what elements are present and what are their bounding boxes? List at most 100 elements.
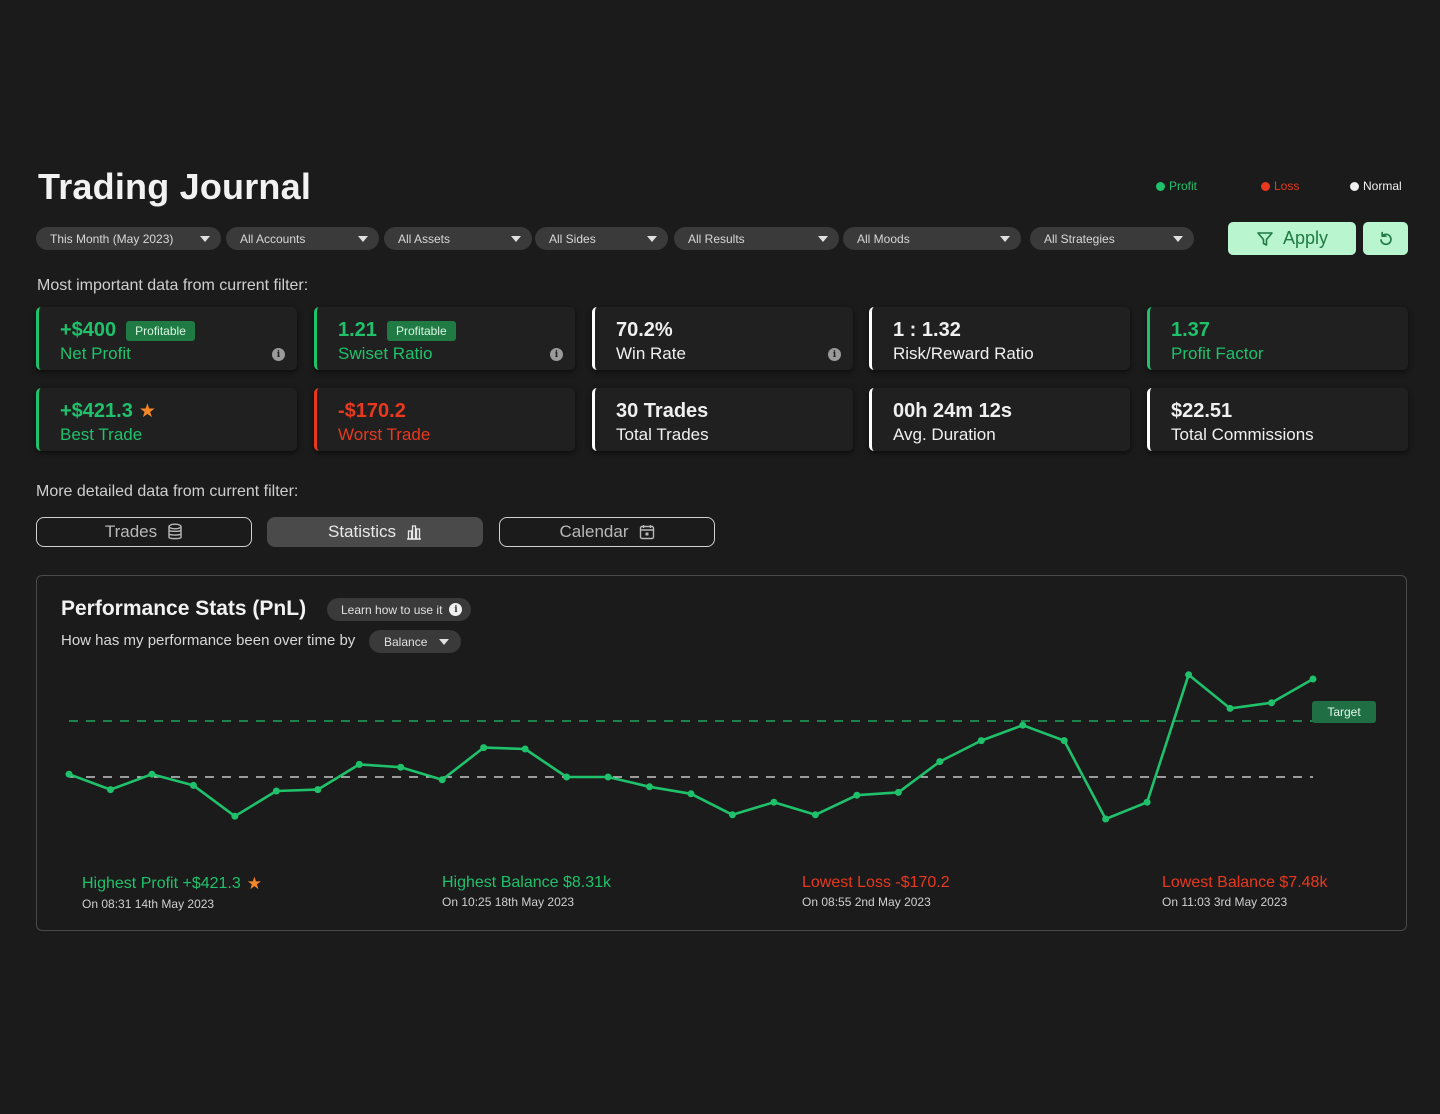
filter-results[interactable]: All Results <box>674 227 839 250</box>
balance-data-point <box>977 737 985 745</box>
card-avg-duration: 00h 24m 12s Avg. Duration <box>869 388 1130 451</box>
balance-data-point <box>1226 704 1234 712</box>
avg-duration-value: 00h 24m 12s <box>893 400 1012 422</box>
balance-data-point <box>438 776 446 784</box>
best-trade-value: +$421.3 <box>60 400 133 422</box>
risk-reward-label: Risk/Reward Ratio <box>893 344 1034 363</box>
stat-highest-balance: Highest Balance $8.31k On 10:25 18th May… <box>442 874 611 909</box>
total-trades-label: Total Trades <box>616 425 709 444</box>
stat-lowest-balance-title: Lowest Balance $7.48k <box>1162 874 1328 891</box>
balance-data-point <box>770 798 778 806</box>
balance-data-point <box>1143 798 1151 806</box>
stat-lowest-loss: Lowest Loss -$170.2 On 08:55 2nd May 202… <box>802 874 950 909</box>
balance-data-point <box>1309 675 1317 683</box>
filter-strategies[interactable]: All Strategies <box>1030 227 1194 250</box>
chevron-down-icon <box>818 235 828 242</box>
info-icon[interactable]: i <box>828 348 841 361</box>
card-total-trades: 30 Trades Total Trades <box>592 388 853 451</box>
tab-calendar[interactable]: Calendar <box>499 517 715 547</box>
chevron-down-icon <box>511 235 521 242</box>
tab-trades[interactable]: Trades <box>36 517 252 547</box>
reset-icon <box>1379 231 1392 245</box>
legend-normal-label: Normal <box>1363 179 1402 193</box>
filter-period-label: This Month (May 2023) <box>50 231 174 246</box>
profit-factor-value: 1.37 <box>1171 319 1210 341</box>
summary-heading: Most important data from current filter: <box>37 277 309 294</box>
balance-data-point <box>148 770 156 778</box>
bar-chart-icon <box>407 525 422 540</box>
balance-data-point <box>231 812 239 820</box>
balance-data-point <box>106 786 114 794</box>
legend-profit: Profit <box>1156 179 1197 193</box>
balance-data-point <box>1060 737 1068 745</box>
balance-data-point <box>936 758 944 766</box>
normal-dot-icon <box>1350 181 1359 191</box>
chevron-down-icon <box>200 235 210 242</box>
net-profit-label: Net Profit <box>60 344 131 363</box>
balance-data-point <box>687 790 695 798</box>
balance-data-point <box>811 811 819 819</box>
page-title: Trading Journal <box>38 166 312 207</box>
balance-data-point <box>1019 721 1027 729</box>
balance-data-point <box>563 773 571 781</box>
legend-normal: Normal <box>1350 179 1402 193</box>
total-commissions-label: Total Commissions <box>1171 425 1314 444</box>
stat-highest-profit-date: On 08:31 14th May 2023 <box>82 897 215 911</box>
apply-button-label: Apply <box>1282 228 1329 248</box>
tab-trades-label: Trades <box>104 522 158 541</box>
card-worst-trade: -$170.2 Worst Trade <box>314 388 575 451</box>
stat-lowest-balance: Lowest Balance $7.48k On 11:03 3rd May 2… <box>1162 874 1327 909</box>
stat-lowest-loss-date: On 08:55 2nd May 2023 <box>802 895 931 909</box>
balance-data-point <box>397 763 405 771</box>
filter-assets[interactable]: All Assets <box>384 227 532 250</box>
balance-data-point <box>853 791 861 799</box>
card-swiset-ratio: 1.21 Profitable Swiset Ratio i <box>314 307 575 370</box>
worst-trade-value: -$170.2 <box>338 400 406 422</box>
balance-data-point <box>355 760 363 768</box>
loss-dot-icon <box>1261 181 1270 191</box>
profit-dot-icon <box>1156 181 1165 191</box>
stat-lowest-balance-date: On 11:03 3rd May 2023 <box>1162 895 1288 909</box>
tab-statistics-label: Statistics <box>327 522 397 541</box>
best-trade-label: Best Trade <box>60 425 143 444</box>
balance-data-point <box>521 745 529 753</box>
calendar-icon <box>639 525 654 540</box>
filter-sides[interactable]: All Sides <box>535 227 668 250</box>
balance-series-line <box>67 673 1315 821</box>
card-risk-reward: 1 : 1.32 Risk/Reward Ratio <box>869 307 1130 370</box>
filter-moods-label: All Moods <box>857 231 910 246</box>
legend-profit-label: Profit <box>1169 179 1198 193</box>
swiset-ratio-label: Swiset Ratio <box>338 344 433 363</box>
profit-factor-label: Profit Factor <box>1171 344 1264 363</box>
balance-data-point <box>272 787 280 795</box>
chevron-down-icon <box>1000 235 1010 242</box>
profitable-badge: Profitable <box>386 320 456 341</box>
balance-data-point <box>65 770 73 778</box>
balance-data-point <box>894 788 902 796</box>
balance-data-point <box>480 744 488 752</box>
info-icon[interactable]: i <box>272 348 285 361</box>
balance-data-point <box>314 786 322 794</box>
total-trades-value: 30 Trades <box>616 400 709 422</box>
chevron-down-icon <box>1173 235 1183 242</box>
reset-button[interactable] <box>1363 222 1408 255</box>
balance-data-point <box>646 783 654 791</box>
filter-accounts[interactable]: All Accounts <box>226 227 379 250</box>
star-icon: ★ <box>246 874 263 893</box>
avg-duration-label: Avg. Duration <box>893 425 996 444</box>
balance-data-point <box>1268 699 1276 707</box>
filter-moods[interactable]: All Moods <box>843 227 1021 250</box>
filter-assets-label: All Assets <box>398 231 451 246</box>
win-rate-value: 70.2% <box>616 319 673 341</box>
profitable-badge: Profitable <box>126 320 195 341</box>
balance-data-point <box>1102 815 1110 823</box>
tab-statistics[interactable]: Statistics <box>267 517 483 547</box>
card-profit-factor: 1.37 Profit Factor <box>1147 307 1408 370</box>
win-rate-label: Win Rate <box>616 344 686 363</box>
stat-highest-balance-date: On 10:25 18th May 2023 <box>442 895 575 909</box>
worst-trade-label: Worst Trade <box>338 425 431 444</box>
stat-lowest-loss-title: Lowest Loss -$170.2 <box>802 874 950 891</box>
apply-button[interactable]: Apply <box>1228 222 1356 255</box>
info-icon[interactable]: i <box>550 348 563 361</box>
filter-period[interactable]: This Month (May 2023) <box>36 227 221 250</box>
